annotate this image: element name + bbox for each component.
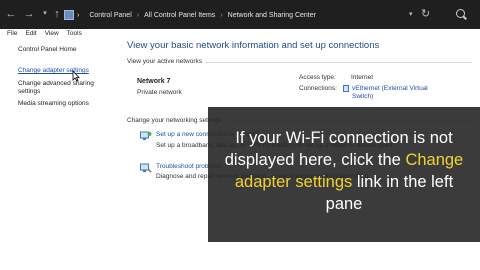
divider bbox=[206, 62, 472, 63]
sidebar: Control Panel Home Change adapter settin… bbox=[0, 39, 118, 270]
mouse-cursor-icon bbox=[72, 70, 80, 82]
caption-overlay: If your Wi-Fi connection is not displaye… bbox=[208, 107, 480, 242]
sidebar-item-home[interactable]: Control Panel Home bbox=[18, 46, 112, 54]
window-titlebar: ← → ▾ ↑ › Control Panel › All Control Pa… bbox=[0, 0, 480, 29]
connection-link[interactable]: vEthernet (External Virtual Switch) bbox=[352, 85, 432, 101]
connections-label: Connections: bbox=[299, 85, 337, 92]
menu-file[interactable]: File bbox=[7, 29, 17, 39]
refresh-button[interactable]: ↻ bbox=[421, 7, 430, 21]
troubleshoot-icon bbox=[140, 163, 152, 173]
breadcrumb-network-center[interactable]: Network and Sharing Center bbox=[228, 12, 316, 19]
search-icon[interactable] bbox=[456, 9, 465, 18]
sidebar-item-sharing-settings[interactable]: Change advanced sharing settings bbox=[18, 80, 112, 96]
forward-button[interactable]: → bbox=[22, 7, 36, 21]
new-connection-icon bbox=[140, 131, 152, 140]
menu-bar: File Edit View Tools bbox=[0, 29, 480, 39]
address-bar[interactable]: › Control Panel › All Control Panel Item… bbox=[62, 7, 408, 23]
active-networks-label: View your active networks bbox=[127, 58, 203, 65]
access-type-label: Access type: bbox=[299, 74, 336, 81]
breadcrumb-sep-icon: › bbox=[136, 11, 140, 19]
address-dropdown-button[interactable]: ▾ bbox=[409, 10, 413, 18]
sidebar-item-media-streaming[interactable]: Media streaming options bbox=[18, 100, 112, 108]
control-panel-icon bbox=[64, 10, 74, 20]
menu-tools[interactable]: Tools bbox=[67, 29, 82, 39]
breadcrumb-sep-icon: › bbox=[220, 11, 223, 19]
ethernet-icon bbox=[343, 85, 349, 92]
page-title: View your basic network information and … bbox=[127, 40, 380, 51]
back-button[interactable]: ← bbox=[4, 7, 18, 21]
menu-view[interactable]: View bbox=[45, 29, 59, 39]
caption-text: If your Wi-Fi connection is not displaye… bbox=[218, 127, 470, 215]
network-type: Private network bbox=[137, 89, 182, 96]
breadcrumb-all-items[interactable]: All Control Panel Items bbox=[144, 12, 215, 19]
network-name: Network 7 bbox=[137, 78, 171, 85]
access-type-value: Internet bbox=[351, 74, 374, 81]
breadcrumb-sep-icon: › bbox=[77, 11, 80, 19]
sidebar-item-adapter-settings[interactable]: Change adapter settings bbox=[18, 67, 112, 75]
menu-edit[interactable]: Edit bbox=[25, 29, 36, 39]
breadcrumb-control-panel[interactable]: Control Panel bbox=[89, 12, 131, 19]
